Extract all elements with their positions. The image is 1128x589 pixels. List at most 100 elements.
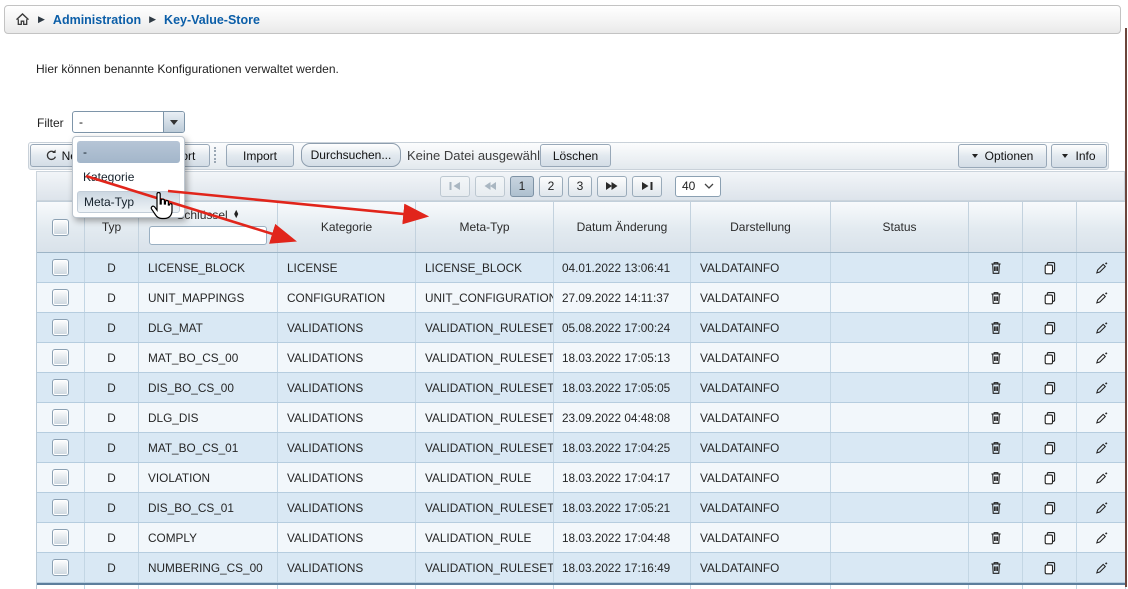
cell-status	[831, 463, 969, 492]
delete-row-button[interactable]	[969, 523, 1023, 552]
cell-meta-typ: LICENSE_BLOCK	[416, 253, 554, 282]
row-checkbox[interactable]	[52, 469, 69, 486]
cell-schluessel: NUMBERING_CS_00	[139, 553, 278, 582]
select-all-checkbox[interactable]	[52, 219, 69, 236]
intro-text: Hier können benannte Konfigurationen ver…	[36, 62, 339, 76]
row-checkbox[interactable]	[52, 289, 69, 306]
breadcrumb-item-administration[interactable]: Administration	[53, 13, 141, 27]
copy-row-button[interactable]	[1023, 313, 1077, 342]
edit-row-button[interactable]	[1077, 553, 1126, 582]
copy-icon	[1023, 523, 1076, 552]
chevron-down-icon	[972, 154, 978, 158]
table-row: D VIOLATION VALIDATIONS VALIDATION_RULE …	[37, 463, 1126, 493]
delete-row-button[interactable]	[969, 403, 1023, 432]
row-checkbox[interactable]	[52, 559, 69, 576]
chevron-down-icon[interactable]	[163, 112, 184, 132]
dropdown-option-kategorie[interactable]: Kategorie	[77, 166, 180, 188]
cell-status	[831, 283, 969, 312]
delete-row-button[interactable]	[969, 433, 1023, 462]
copy-row-button[interactable]	[1023, 253, 1077, 282]
next-page-button[interactable]	[597, 176, 627, 197]
cell-schluessel: LICENSE_BLOCK	[139, 253, 278, 282]
checkbox-cell	[37, 463, 85, 492]
schluessel-filter-input[interactable]	[149, 226, 267, 245]
row-checkbox[interactable]	[52, 529, 69, 546]
table-row: D COMPLY VALIDATIONS VALIDATION_RULE 18.…	[37, 523, 1126, 553]
delete-row-button[interactable]	[969, 253, 1023, 282]
row-checkbox[interactable]	[52, 379, 69, 396]
delete-row-button[interactable]	[969, 313, 1023, 342]
cell-kategorie: VALIDATIONS	[278, 373, 416, 402]
edit-row-button[interactable]	[1077, 313, 1126, 342]
table-row: D UNIT_MAPPINGS CONFIGURATION UNIT_CONFI…	[37, 283, 1126, 313]
cell-typ: D	[85, 283, 139, 312]
delete-row-button[interactable]	[969, 493, 1023, 522]
row-checkbox[interactable]	[52, 319, 69, 336]
delete-row-button[interactable]	[969, 283, 1023, 312]
delete-row-button[interactable]	[969, 343, 1023, 372]
copy-row-button[interactable]	[1023, 463, 1077, 492]
edit-icon	[1077, 313, 1125, 342]
edit-row-button[interactable]	[1077, 403, 1126, 432]
prev-page-button[interactable]	[475, 176, 505, 197]
file-browse-button[interactable]: Durchsuchen...	[301, 143, 401, 167]
copy-row-button[interactable]	[1023, 493, 1077, 522]
first-page-button[interactable]	[440, 176, 470, 197]
import-button[interactable]: Import	[226, 144, 294, 167]
copy-icon	[1023, 343, 1076, 372]
trash-icon	[969, 373, 1022, 402]
cell-darstellung: VALDATAINFO	[691, 553, 831, 582]
home-icon[interactable]	[15, 12, 30, 27]
sort-icon[interactable]: ▲▼	[233, 211, 240, 219]
filter-select[interactable]: -	[72, 111, 185, 133]
cell-darstellung: VALDATAINFO	[691, 433, 831, 462]
delete-button[interactable]: Löschen	[540, 144, 611, 167]
page-button-1[interactable]: 1	[510, 176, 534, 197]
dropdown-option-none[interactable]: -	[77, 141, 180, 163]
edit-row-button[interactable]	[1077, 463, 1126, 492]
cell-kategorie: VALIDATIONS	[278, 313, 416, 342]
copy-row-button[interactable]	[1023, 343, 1077, 372]
copy-row-button[interactable]	[1023, 553, 1077, 582]
breadcrumb-item-key-value-store[interactable]: Key-Value-Store	[164, 13, 260, 27]
row-checkbox[interactable]	[52, 439, 69, 456]
row-checkbox[interactable]	[52, 349, 69, 366]
edit-row-button[interactable]	[1077, 373, 1126, 402]
edit-row-button[interactable]	[1077, 283, 1126, 312]
last-page-button[interactable]	[632, 176, 662, 197]
edit-row-button[interactable]	[1077, 253, 1126, 282]
page-button-3[interactable]: 3	[568, 176, 592, 197]
chevron-down-icon	[704, 183, 714, 189]
copy-row-button[interactable]	[1023, 283, 1077, 312]
info-button[interactable]: Info	[1051, 144, 1107, 168]
cell-typ: D	[85, 493, 139, 522]
delete-row-button[interactable]	[969, 553, 1023, 582]
edit-row-button[interactable]	[1077, 343, 1126, 372]
copy-row-button[interactable]	[1023, 373, 1077, 402]
toolbar-separator	[214, 147, 216, 163]
row-checkbox[interactable]	[52, 499, 69, 516]
cell-schluessel: VIOLATION	[139, 463, 278, 492]
delete-row-button[interactable]	[969, 463, 1023, 492]
delete-row-button[interactable]	[969, 373, 1023, 402]
cell-status	[831, 433, 969, 462]
cell-datum: 18.03.2022 17:05:21	[554, 493, 691, 522]
edit-row-button[interactable]	[1077, 433, 1126, 462]
edit-icon	[1077, 373, 1125, 402]
copy-icon	[1023, 433, 1076, 462]
page-button-2[interactable]: 2	[539, 176, 563, 197]
row-checkbox[interactable]	[52, 259, 69, 276]
table-header: Typ Schlüssel ▲▼ Kategorie Meta-Typ Datu…	[37, 201, 1126, 253]
cell-darstellung: VALDATAINFO	[691, 253, 831, 282]
copy-row-button[interactable]	[1023, 403, 1077, 432]
copy-row-button[interactable]	[1023, 433, 1077, 462]
page-size-select[interactable]: 40	[675, 176, 721, 197]
edit-row-button[interactable]	[1077, 493, 1126, 522]
checkbox-cell	[37, 493, 85, 522]
copy-row-button[interactable]	[1023, 523, 1077, 552]
options-button[interactable]: Optionen	[958, 144, 1047, 168]
dropdown-option-meta-typ[interactable]: Meta-Typ	[77, 191, 180, 213]
cell-kategorie: VALIDATIONS	[278, 493, 416, 522]
edit-row-button[interactable]	[1077, 523, 1126, 552]
row-checkbox[interactable]	[52, 409, 69, 426]
